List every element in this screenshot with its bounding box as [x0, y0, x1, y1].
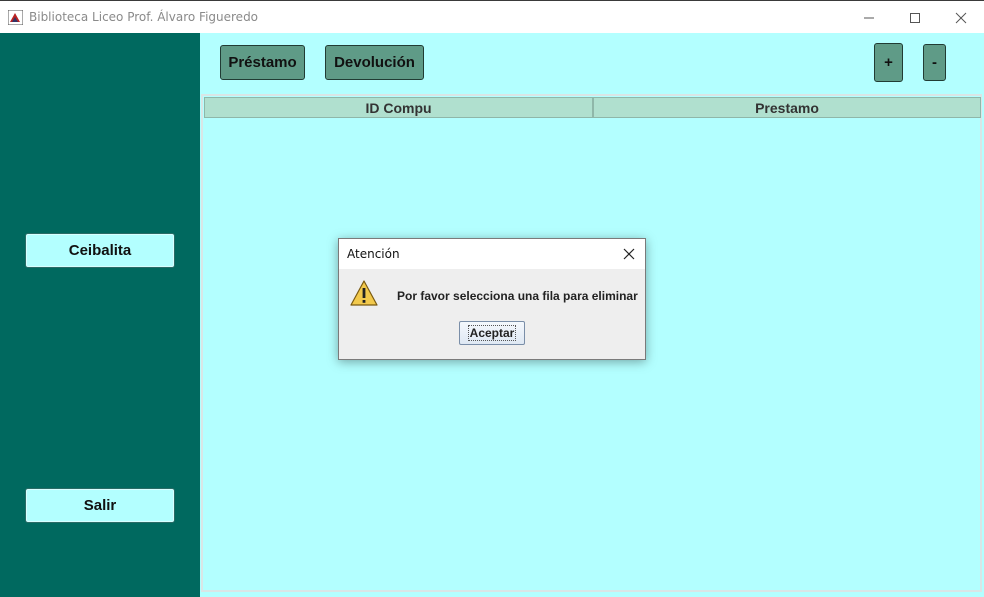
close-icon — [623, 248, 635, 260]
alert-dialog: Atención Por favor selecciona una fila p… — [338, 238, 646, 360]
window-title: Biblioteca Liceo Prof. Álvaro Figueredo — [29, 10, 259, 24]
ceibalita-button[interactable]: Ceibalita — [25, 233, 175, 268]
close-icon — [955, 12, 967, 23]
java-app-icon — [8, 10, 23, 25]
dialog-close-button[interactable] — [619, 244, 639, 264]
close-window-button[interactable] — [938, 1, 984, 34]
column-header-id-compu[interactable]: ID Compu — [204, 97, 593, 118]
salir-button[interactable]: Salir — [25, 488, 175, 523]
minimize-button[interactable] — [846, 1, 892, 34]
aceptar-button-label: Aceptar — [467, 325, 517, 341]
remove-row-button[interactable]: - — [923, 44, 946, 81]
maximize-button[interactable] — [892, 1, 938, 34]
dialog-title-bar: Atención — [339, 239, 645, 269]
devolucion-button[interactable]: Devolución — [325, 45, 424, 80]
app-window: Biblioteca Liceo Prof. Álvaro Figueredo … — [0, 0, 984, 597]
column-header-prestamo[interactable]: Prestamo — [593, 97, 981, 118]
prestamo-button[interactable]: Préstamo — [220, 45, 305, 80]
warning-icon — [350, 280, 378, 306]
minimize-icon — [864, 17, 874, 18]
maximize-icon — [910, 12, 920, 23]
title-bar: Biblioteca Liceo Prof. Álvaro Figueredo — [0, 0, 984, 33]
aceptar-button[interactable]: Aceptar — [459, 321, 525, 345]
dialog-title: Atención — [347, 247, 400, 261]
dialog-message: Por favor selecciona una fila para elimi… — [397, 289, 638, 303]
table-header: ID Compu Prestamo — [204, 97, 981, 118]
add-row-button[interactable]: + — [874, 43, 903, 82]
